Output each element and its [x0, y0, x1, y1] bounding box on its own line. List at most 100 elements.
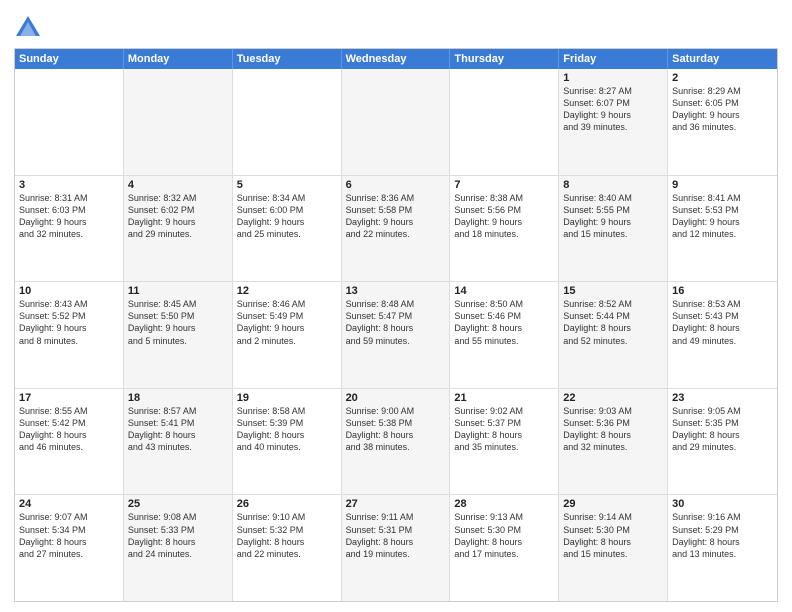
cell-line: Sunset: 5:30 PM	[563, 524, 663, 536]
cell-line: Daylight: 8 hours	[128, 536, 228, 548]
cal-cell-23: 23Sunrise: 9:05 AMSunset: 5:35 PMDayligh…	[668, 389, 777, 495]
cell-line: Daylight: 9 hours	[19, 322, 119, 334]
cell-line: and 27 minutes.	[19, 548, 119, 560]
cal-cell-13: 13Sunrise: 8:48 AMSunset: 5:47 PMDayligh…	[342, 282, 451, 388]
cell-line: Sunrise: 9:08 AM	[128, 511, 228, 523]
cell-line: and 19 minutes.	[346, 548, 446, 560]
cal-cell-24: 24Sunrise: 9:07 AMSunset: 5:34 PMDayligh…	[15, 495, 124, 601]
day-number: 30	[672, 498, 773, 510]
cell-line: Sunset: 6:05 PM	[672, 97, 773, 109]
cell-line: Daylight: 8 hours	[128, 429, 228, 441]
day-number: 26	[237, 498, 337, 510]
cal-cell-18: 18Sunrise: 8:57 AMSunset: 5:41 PMDayligh…	[124, 389, 233, 495]
day-number: 13	[346, 285, 446, 297]
header	[14, 10, 778, 42]
day-number: 17	[19, 392, 119, 404]
cell-line: and 40 minutes.	[237, 441, 337, 453]
cell-line: Sunrise: 8:29 AM	[672, 85, 773, 97]
cell-line: and 18 minutes.	[454, 228, 554, 240]
day-number: 16	[672, 285, 773, 297]
cell-line: Daylight: 9 hours	[346, 216, 446, 228]
cell-line: and 5 minutes.	[128, 335, 228, 347]
cell-line: Sunset: 5:49 PM	[237, 310, 337, 322]
cal-cell-6: 6Sunrise: 8:36 AMSunset: 5:58 PMDaylight…	[342, 176, 451, 282]
cal-cell-30: 30Sunrise: 9:16 AMSunset: 5:29 PMDayligh…	[668, 495, 777, 601]
cell-line: Sunset: 5:43 PM	[672, 310, 773, 322]
day-number: 7	[454, 179, 554, 191]
cell-line: Daylight: 9 hours	[563, 216, 663, 228]
cell-line: Daylight: 8 hours	[346, 322, 446, 334]
header-day-saturday: Saturday	[668, 49, 777, 69]
cell-line: Sunrise: 8:38 AM	[454, 192, 554, 204]
cell-line: Sunset: 5:36 PM	[563, 417, 663, 429]
cal-cell-16: 16Sunrise: 8:53 AMSunset: 5:43 PMDayligh…	[668, 282, 777, 388]
cell-line: Daylight: 8 hours	[672, 429, 773, 441]
cal-cell-7: 7Sunrise: 8:38 AMSunset: 5:56 PMDaylight…	[450, 176, 559, 282]
day-number: 9	[672, 179, 773, 191]
cell-line: Daylight: 8 hours	[237, 536, 337, 548]
day-number: 2	[672, 72, 773, 84]
cell-line: Sunrise: 8:43 AM	[19, 298, 119, 310]
header-day-tuesday: Tuesday	[233, 49, 342, 69]
cell-line: Sunset: 5:47 PM	[346, 310, 446, 322]
day-number: 18	[128, 392, 228, 404]
cell-line: Sunset: 6:03 PM	[19, 204, 119, 216]
cal-cell-9: 9Sunrise: 8:41 AMSunset: 5:53 PMDaylight…	[668, 176, 777, 282]
cal-cell-5: 5Sunrise: 8:34 AMSunset: 6:00 PMDaylight…	[233, 176, 342, 282]
cell-line: Sunset: 5:53 PM	[672, 204, 773, 216]
cell-line: Daylight: 9 hours	[128, 322, 228, 334]
calendar-row-3: 17Sunrise: 8:55 AMSunset: 5:42 PMDayligh…	[15, 388, 777, 495]
cell-line: Sunrise: 9:16 AM	[672, 511, 773, 523]
calendar-row-4: 24Sunrise: 9:07 AMSunset: 5:34 PMDayligh…	[15, 494, 777, 601]
day-number: 19	[237, 392, 337, 404]
cell-line: Sunset: 5:52 PM	[19, 310, 119, 322]
cell-line: Daylight: 9 hours	[19, 216, 119, 228]
cell-line: Sunrise: 8:52 AM	[563, 298, 663, 310]
cal-cell-15: 15Sunrise: 8:52 AMSunset: 5:44 PMDayligh…	[559, 282, 668, 388]
cell-line: Daylight: 8 hours	[237, 429, 337, 441]
cell-line: and 29 minutes.	[672, 441, 773, 453]
cell-line: Sunset: 5:55 PM	[563, 204, 663, 216]
cell-line: Sunset: 6:07 PM	[563, 97, 663, 109]
cal-cell-4: 4Sunrise: 8:32 AMSunset: 6:02 PMDaylight…	[124, 176, 233, 282]
cell-line: and 32 minutes.	[19, 228, 119, 240]
cell-line: and 2 minutes.	[237, 335, 337, 347]
day-number: 11	[128, 285, 228, 297]
cell-line: Sunrise: 8:27 AM	[563, 85, 663, 97]
cell-line: and 36 minutes.	[672, 121, 773, 133]
cell-line: and 49 minutes.	[672, 335, 773, 347]
day-number: 12	[237, 285, 337, 297]
day-number: 20	[346, 392, 446, 404]
cell-line: Sunset: 5:46 PM	[454, 310, 554, 322]
cell-line: and 32 minutes.	[563, 441, 663, 453]
cell-line: and 8 minutes.	[19, 335, 119, 347]
cell-line: and 25 minutes.	[237, 228, 337, 240]
cell-line: Daylight: 8 hours	[19, 429, 119, 441]
day-number: 27	[346, 498, 446, 510]
cal-cell-empty-0-2	[233, 69, 342, 175]
cal-cell-empty-0-4	[450, 69, 559, 175]
cal-cell-3: 3Sunrise: 8:31 AMSunset: 6:03 PMDaylight…	[15, 176, 124, 282]
day-number: 5	[237, 179, 337, 191]
day-number: 29	[563, 498, 663, 510]
cell-line: Sunset: 5:33 PM	[128, 524, 228, 536]
cell-line: and 46 minutes.	[19, 441, 119, 453]
day-number: 8	[563, 179, 663, 191]
cell-line: Sunrise: 8:50 AM	[454, 298, 554, 310]
header-day-thursday: Thursday	[450, 49, 559, 69]
cell-line: Sunrise: 9:07 AM	[19, 511, 119, 523]
cell-line: and 29 minutes.	[128, 228, 228, 240]
cal-cell-empty-0-1	[124, 69, 233, 175]
cell-line: Sunset: 6:00 PM	[237, 204, 337, 216]
cal-cell-25: 25Sunrise: 9:08 AMSunset: 5:33 PMDayligh…	[124, 495, 233, 601]
cell-line: Daylight: 8 hours	[672, 322, 773, 334]
calendar-row-1: 3Sunrise: 8:31 AMSunset: 6:03 PMDaylight…	[15, 175, 777, 282]
cell-line: Daylight: 8 hours	[563, 322, 663, 334]
calendar-row-0: 1Sunrise: 8:27 AMSunset: 6:07 PMDaylight…	[15, 69, 777, 175]
cal-cell-20: 20Sunrise: 9:00 AMSunset: 5:38 PMDayligh…	[342, 389, 451, 495]
cell-line: Sunset: 5:39 PM	[237, 417, 337, 429]
day-number: 3	[19, 179, 119, 191]
cell-line: Sunrise: 8:32 AM	[128, 192, 228, 204]
cell-line: Daylight: 9 hours	[454, 216, 554, 228]
cell-line: Sunrise: 9:11 AM	[346, 511, 446, 523]
